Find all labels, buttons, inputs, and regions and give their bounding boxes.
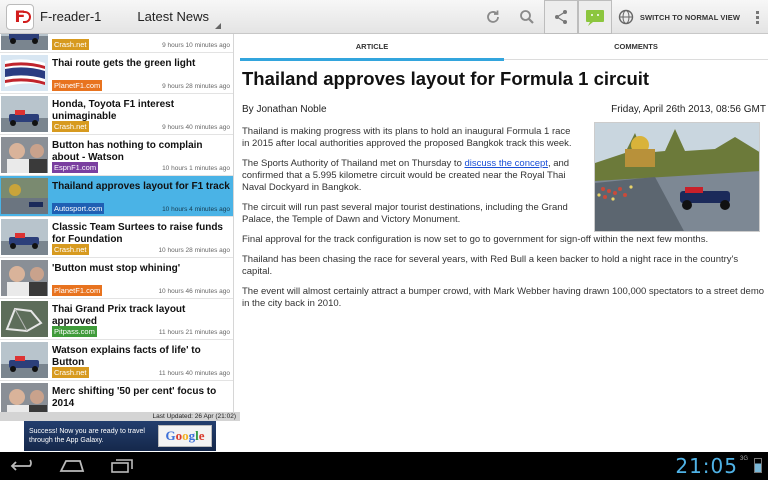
switch-view-label: SWITCH TO NORMAL VIEW	[639, 12, 740, 22]
list-item-thumbnail	[1, 34, 48, 50]
system-clock: 21:05	[675, 454, 738, 478]
list-item[interactable]: 'Button must stop whining' PlanetF1.com 10…	[0, 258, 233, 299]
article-photo	[594, 122, 760, 232]
list-item-time: 11 hours 21 minutes ago	[158, 329, 230, 336]
list-item-time: 10 hours 4 minutes ago	[162, 206, 230, 213]
list-item[interactable]: Watson explains facts of life' to Button…	[0, 340, 233, 381]
list-item-title: Honda, Toyota F1 interest unimaginable	[52, 99, 175, 122]
article-headline: Thailand approves layout for Formula 1 c…	[242, 68, 650, 89]
overflow-menu-icon[interactable]	[746, 0, 768, 34]
list-item-time: 11 hours 40 minutes ago	[158, 370, 230, 377]
article-paragraph-3: The circuit will run past several major …	[242, 202, 568, 225]
search-icon	[519, 10, 534, 24]
last-updated-label: Last Updated: 26 Apr (21:02)	[0, 412, 240, 421]
list-item-source-badge: PlanetF1.com	[52, 80, 103, 91]
list-item-time: 9 hours 40 minutes ago	[162, 124, 230, 131]
google-logo-letter: G	[165, 428, 176, 443]
paragraph-2-before: The Sports Authority of Thailand met on …	[242, 158, 465, 169]
article-paragraph-1: Thailand is making progress with its pla…	[242, 126, 572, 149]
list-item-thumbnail	[1, 219, 48, 255]
list-item-time: 10 hours 1 minutes ago	[162, 165, 230, 172]
section-dropdown-label: Latest News	[137, 8, 209, 24]
list-item-time: 9 hours 28 minutes ago	[162, 83, 230, 90]
refresh-button[interactable]	[476, 0, 510, 34]
list-item-source-badge: Autosport.com	[52, 203, 105, 214]
list-item-source-badge: Pitpass.com	[52, 326, 97, 337]
list-item-thumbnail	[1, 96, 48, 132]
news-list[interactable]: Crash.net 9 hours 10 minutes ago Thai rout…	[0, 34, 234, 414]
list-item-title: 'Button must stop whining'	[52, 263, 181, 274]
list-item-title: Thai Grand Prix track layout approved	[52, 304, 186, 327]
list-item-title: Button has nothing to complain about - W…	[52, 140, 203, 163]
list-item[interactable]: Thai Grand Prix track layout approved Pit…	[0, 299, 233, 340]
list-item[interactable]: Merc shifting '50 per cent' focus to 201…	[0, 381, 233, 414]
article-author: By Jonathan Noble	[242, 104, 327, 115]
list-item[interactable]: Thailand approves layout for F1 track Aut…	[0, 176, 233, 217]
signal-indicator: 3G	[739, 456, 748, 462]
google-logo: Google	[158, 425, 212, 447]
system-nav-bar: 21:05 3G	[0, 452, 768, 480]
list-item-thumbnail	[1, 137, 48, 173]
app-root: F F-reader-1 Latest News SWITCH TO NORMA…	[0, 0, 768, 480]
battery-icon	[754, 458, 762, 473]
ad-banner[interactable]: Success! Now you are ready to travel thr…	[24, 421, 216, 451]
refresh-icon	[487, 10, 499, 23]
android-button[interactable]	[577, 0, 612, 34]
list-item-thumbnail	[1, 260, 48, 296]
list-item-source-badge: PlanetF1.com	[52, 285, 103, 296]
list-item-title: Thai route gets the green light	[52, 58, 196, 69]
back-icon[interactable]	[10, 458, 38, 474]
list-item-source-badge: Crash.net	[52, 121, 89, 132]
list-item-title: Watson explains facts of life' to Button	[52, 345, 201, 368]
home-icon[interactable]	[58, 458, 86, 474]
action-bar: F F-reader-1 Latest News SWITCH TO NORMA…	[0, 0, 768, 34]
list-item[interactable]: Honda, Toyota F1 interest unimaginable Cr…	[0, 94, 233, 135]
action-bar-icons: SWITCH TO NORMAL VIEW	[476, 0, 768, 34]
list-item[interactable]: Button has nothing to complain about - W…	[0, 135, 233, 176]
tab-article[interactable]: ARTICLE	[240, 34, 504, 61]
byline-row: By Jonathan Noble Friday, April 26th 201…	[242, 104, 766, 118]
list-item-thumbnail	[1, 383, 48, 414]
ad-text: Success! Now you are ready to travel thr…	[29, 428, 145, 444]
list-item-thumbnail	[1, 342, 48, 378]
article-pane: Thailand approves layout for Formula 1 c…	[242, 62, 766, 422]
share-icon	[554, 10, 567, 24]
list-item-time: 9 hours 10 minutes ago	[162, 42, 230, 49]
article-paragraph-2: The Sports Authority of Thailand met on …	[242, 158, 580, 194]
article-paragraph-6: The event will almost certainly attract …	[242, 286, 765, 309]
list-item-source-badge: EspnF1.com	[52, 162, 99, 173]
google-logo-letter: e	[198, 428, 205, 443]
list-item-source-badge: Crash.net	[52, 244, 89, 255]
globe-icon	[618, 9, 634, 25]
article-paragraph-5: Thailand has been chasing the race for s…	[242, 254, 739, 277]
article-paragraph-4: Final approval for the track configurati…	[242, 234, 709, 245]
app-logo-icon[interactable]: F	[6, 3, 34, 30]
list-item-title: Thailand approves layout for F1 track	[52, 181, 230, 192]
discuss-concept-link[interactable]: discuss the concept	[465, 158, 548, 169]
dropdown-corner-icon	[214, 22, 221, 29]
app-title: F-reader-1	[40, 9, 102, 24]
list-item-title: Merc shifting '50 per cent' focus to 201…	[52, 386, 217, 409]
tab-comments[interactable]: COMMENTS	[504, 34, 768, 60]
list-item-time: 10 hours 28 minutes ago	[158, 247, 230, 254]
list-item-thumbnail	[1, 55, 48, 91]
switch-view-button[interactable]: SWITCH TO NORMAL VIEW	[612, 0, 746, 34]
list-item[interactable]: Thai route gets the green light PlanetF1.…	[0, 53, 233, 94]
list-item-title: Classic Team Surtees to raise funds for …	[52, 222, 223, 245]
list-item-source-badge: Crash.net	[52, 39, 89, 50]
android-icon	[585, 10, 604, 26]
list-item[interactable]: Crash.net 9 hours 10 minutes ago	[0, 34, 233, 53]
list-item-source-badge: Crash.net	[52, 367, 89, 378]
list-item-thumbnail	[1, 301, 48, 337]
list-item-thumbnail	[1, 178, 48, 214]
search-button[interactable]	[510, 0, 544, 34]
recent-apps-icon[interactable]	[108, 458, 136, 474]
share-button[interactable]	[543, 0, 578, 34]
list-item[interactable]: Classic Team Surtees to raise funds for …	[0, 217, 233, 258]
list-item-time: 10 hours 46 minutes ago	[158, 288, 230, 295]
article-tabs: ARTICLE COMMENTS	[240, 34, 768, 61]
article-date: Friday, April 26th 2013, 08:56 GMT	[611, 104, 766, 115]
section-dropdown[interactable]: Latest News	[137, 0, 221, 34]
